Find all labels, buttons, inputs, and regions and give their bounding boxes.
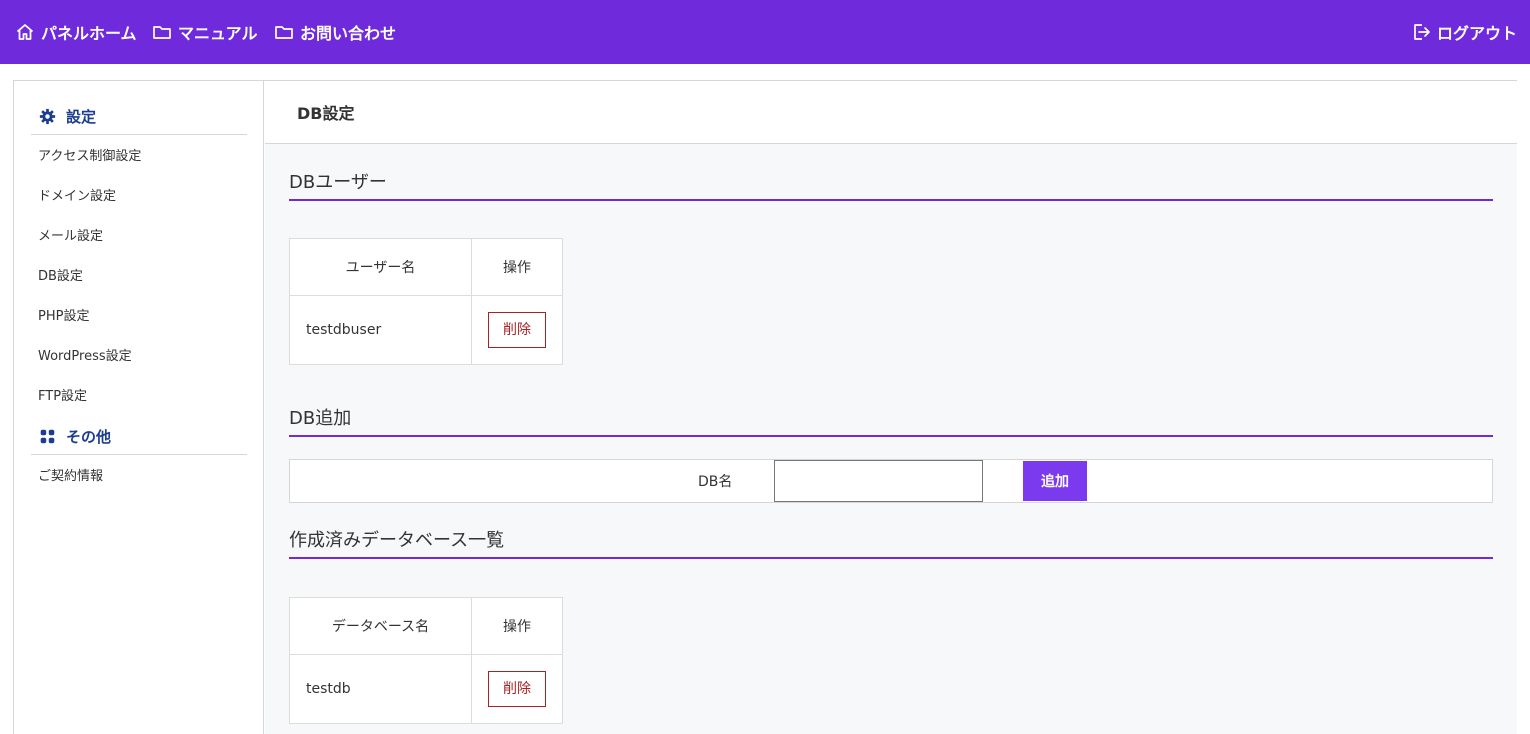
main-content: DB設定 DBユーザー ユーザー名 操作 testdbuser 削除 DB追加 [265, 81, 1517, 734]
action-cell: 削除 [471, 295, 563, 365]
sidebar-item-php[interactable]: PHP設定 [38, 309, 89, 325]
logout-label: ログアウト [1436, 24, 1517, 43]
table-row: testdbuser 削除 [289, 295, 563, 365]
db-user-name: testdbuser [289, 295, 472, 365]
gear-icon [39, 108, 56, 125]
grid-icon [40, 429, 55, 444]
column-header-username: ユーザー名 [289, 238, 472, 296]
logout-button[interactable]: ログアウト [1411, 0, 1517, 64]
logout-icon [1414, 24, 1430, 40]
delete-database-button[interactable]: 削除 [488, 671, 546, 707]
content-frame: 設定 アクセス制御設定 ドメイン設定 メール設定 DB設定 PHP設定 Word… [13, 80, 1517, 734]
home-icon [16, 24, 34, 40]
folder-icon [153, 26, 171, 39]
database-name: testdb [289, 654, 472, 724]
column-header-action: 操作 [471, 597, 563, 655]
nav-contact-label: お問い合わせ [300, 24, 397, 43]
db-add-form: DB名 追加 [289, 459, 1493, 503]
db-users-table: ユーザー名 操作 testdbuser 削除 [289, 238, 563, 365]
top-nav-bar: パネルホーム マニュアル お問い合わせ ログアウト [0, 0, 1530, 64]
folder-icon [275, 26, 293, 39]
action-cell: 削除 [471, 654, 563, 724]
db-name-input[interactable] [774, 460, 983, 502]
nav-manual[interactable]: マニュアル [152, 0, 258, 64]
nav-manual-label: マニュアル [178, 24, 258, 43]
table-row: testdb 削除 [289, 654, 563, 724]
sidebar-section-settings-label: 設定 [66, 108, 97, 126]
db-list-table: データベース名 操作 testdb 削除 [289, 597, 563, 724]
sidebar-item-mail[interactable]: メール設定 [38, 229, 103, 245]
sidebar-item-wordpress[interactable]: WordPress設定 [38, 349, 132, 365]
sidebar-item-access-control[interactable]: アクセス制御設定 [38, 149, 141, 165]
sidebar-item-domain[interactable]: ドメイン設定 [38, 189, 116, 205]
sidebar-item-db[interactable]: DB設定 [38, 269, 83, 285]
section-title-db-users: DBユーザー [289, 171, 1493, 201]
page-title: DB設定 [265, 81, 1517, 144]
delete-db-user-button[interactable]: 削除 [488, 312, 546, 348]
nav-panel-home-label: パネルホーム [41, 24, 137, 43]
sidebar: 設定 アクセス制御設定 ドメイン設定 メール設定 DB設定 PHP設定 Word… [14, 81, 264, 734]
section-title-db-list: 作成済みデータベース一覧 [289, 529, 1493, 559]
nav-contact[interactable]: お問い合わせ [274, 0, 396, 64]
column-header-action: 操作 [471, 238, 563, 296]
section-title-db-add: DB追加 [289, 407, 1493, 437]
sidebar-section-settings: 設定 [31, 99, 247, 135]
add-db-button[interactable]: 追加 [1023, 461, 1087, 501]
sidebar-item-contract-info[interactable]: ご契約情報 [38, 469, 103, 485]
sidebar-item-ftp[interactable]: FTP設定 [38, 389, 87, 405]
column-header-database-name: データベース名 [289, 597, 472, 655]
nav-panel-home[interactable]: パネルホーム [15, 0, 137, 64]
sidebar-section-other-label: その他 [66, 428, 112, 446]
sidebar-section-other: その他 [31, 419, 247, 455]
db-name-label: DB名 [698, 474, 733, 490]
